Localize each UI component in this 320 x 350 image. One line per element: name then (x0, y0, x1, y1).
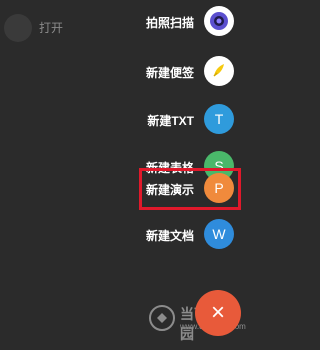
document-glyph: W (212, 226, 226, 242)
highlight-box (139, 168, 241, 210)
open-item[interactable]: 打开 (0, 10, 120, 46)
open-icon (4, 14, 32, 42)
close-fab-button[interactable]: × (195, 290, 241, 336)
menu-item-new-txt[interactable]: 新建TXT T (120, 103, 250, 137)
camera-scan-icon (204, 6, 234, 36)
menu-item-new-document[interactable]: 新建文档 W (120, 218, 250, 252)
menu-item-new-note[interactable]: 新建便签 (120, 55, 250, 89)
watermark-logo-icon (149, 305, 175, 331)
menu-item-photo-scan[interactable]: 拍照扫描 (120, 5, 250, 39)
note-icon (204, 56, 234, 86)
close-icon: × (210, 299, 225, 326)
txt-glyph: T (214, 111, 224, 127)
menu-item-label: 新建文档 (145, 229, 194, 243)
txt-icon: T (204, 104, 234, 134)
document-icon: W (204, 219, 234, 249)
menu-item-label: 拍照扫描 (145, 16, 194, 30)
open-label: 打开 (39, 21, 64, 35)
new-file-menu-screen: 打开 拍照扫描 新建便签 新建TXT T 新建表格 S 新建演示 P 新建文档 … (0, 0, 250, 350)
menu-item-label: 新建TXT (147, 114, 194, 128)
menu-item-label: 新建便签 (145, 66, 194, 80)
